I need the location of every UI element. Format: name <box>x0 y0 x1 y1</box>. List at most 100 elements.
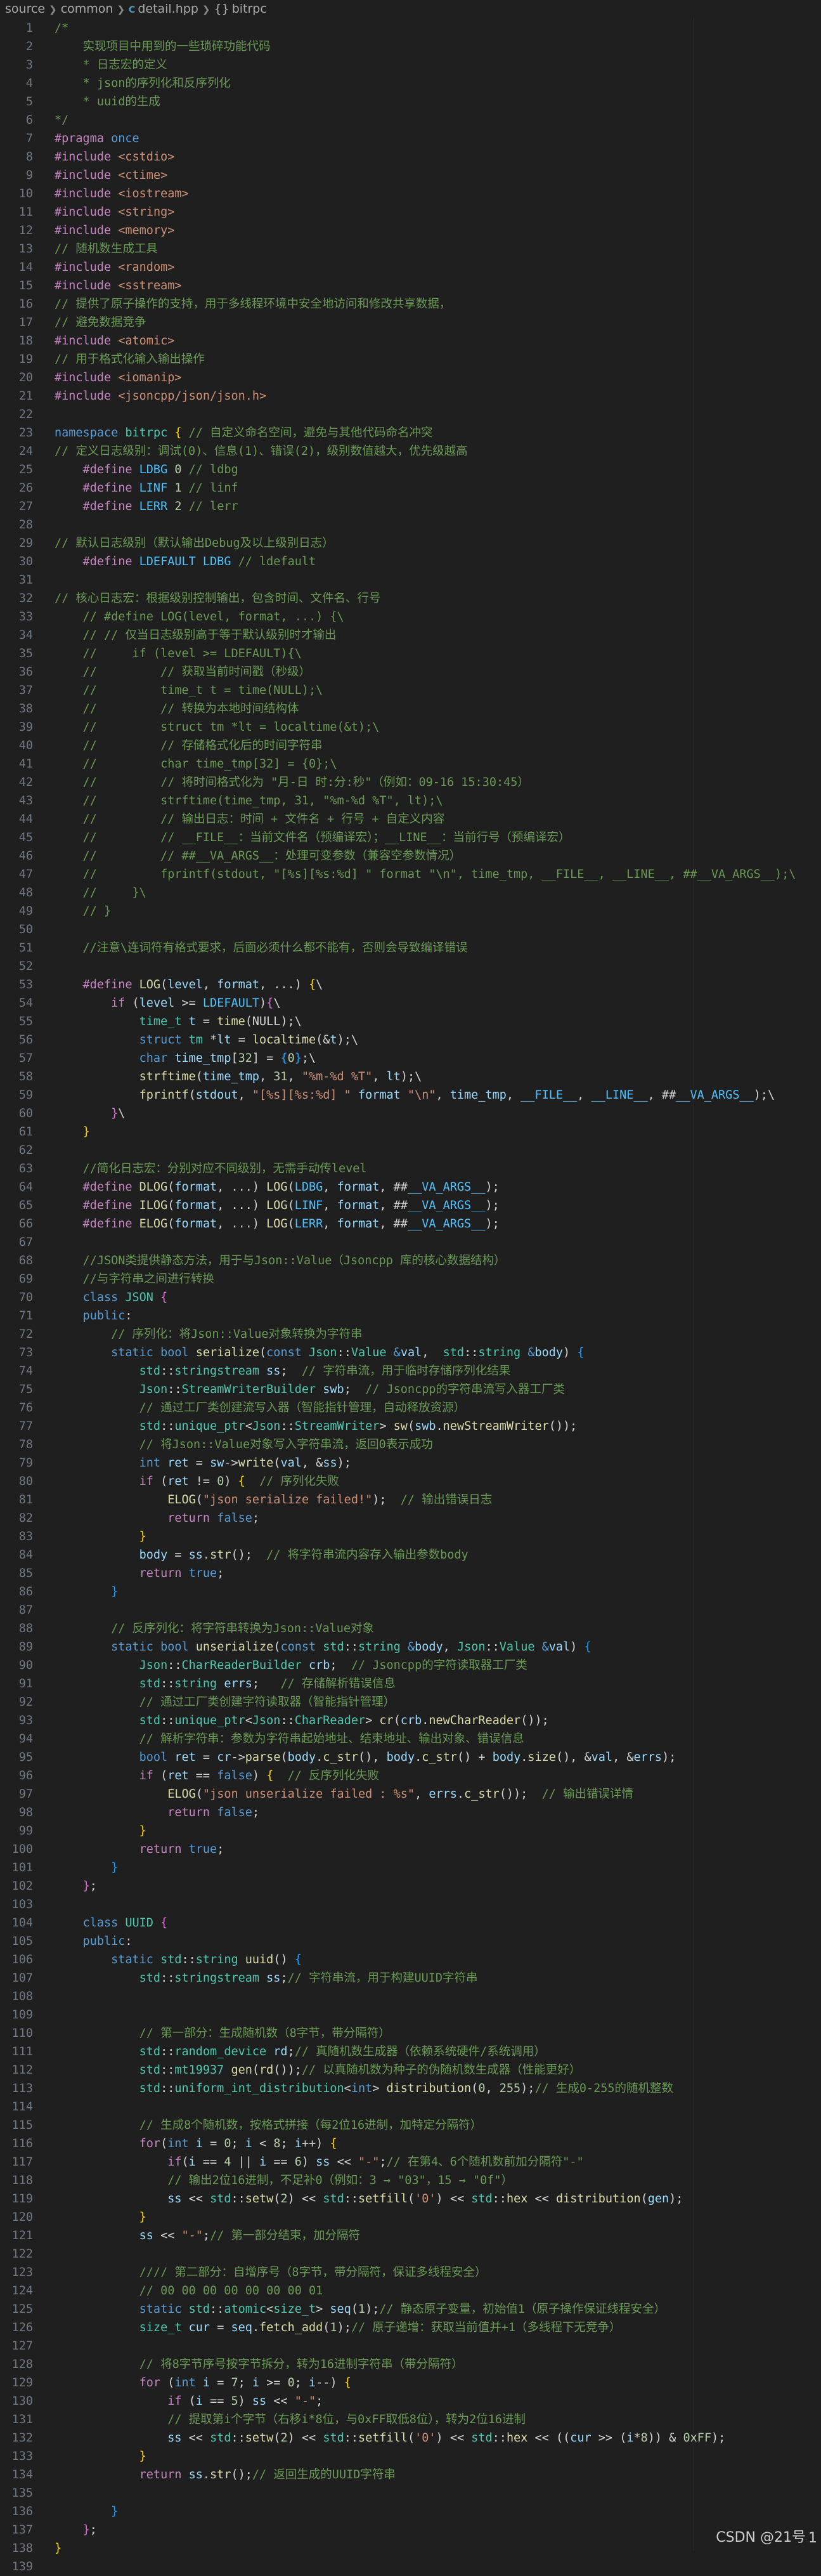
code-line[interactable]: 109 <box>0 2006 821 2024</box>
code-line[interactable]: 9 #include <ctime> <box>0 166 821 185</box>
code-line[interactable]: 29 // 默认日志级别（默认输出Debug及以上级别日志） <box>0 534 821 552</box>
code-line[interactable]: 94 // 解析字符串：参数为字符串起始地址、结束地址、输出对象、错误信息 <box>0 1730 821 1748</box>
code-line[interactable]: 135 <box>0 2484 821 2502</box>
code-line[interactable]: 78 // 将Json::Value对象写入字符串流，返回0表示成功 <box>0 1435 821 1454</box>
code-line[interactable]: 63 //简化日志宏：分别对应不同级别，无需手动传level <box>0 1160 821 1178</box>
code-line[interactable]: 69 //与字符串之间进行转换 <box>0 1270 821 1288</box>
code-line[interactable]: 55 time_t t = time(NULL);\ <box>0 1012 821 1031</box>
code-line[interactable]: 14 #include <random> <box>0 258 821 277</box>
code-editor[interactable]: 1/* 2 实现项目中用到的一些琐碎功能代码 3 * 日志宏的定义 4 * json的… <box>0 18 821 2573</box>
code-line[interactable]: 32 // 核心日志宏：根据级别控制输出，包含时间、文件名、行号 <box>0 589 821 608</box>
code-line[interactable]: 58 strftime(time_tmp, 31, "%m-%d %T", lt… <box>0 1068 821 1086</box>
code-line[interactable]: 131 // 提取第i个字节（右移i*8位，与0xFF取低8位），转为2位16进… <box>0 2410 821 2429</box>
code-line[interactable]: 125 static std::atomic<size_t> seq(1);//… <box>0 2300 821 2318</box>
code-line[interactable]: 86 } <box>0 1583 821 1601</box>
code-line[interactable]: 67 <box>0 1233 821 1252</box>
code-line[interactable]: 115 // 生成8个随机数，按格式拼接（每2位16进制，加特定分隔符） <box>0 2116 821 2135</box>
code-line[interactable]: 34 // // 仅当日志级别高于等于默认级别时才输出 <box>0 626 821 644</box>
code-line[interactable]: 37 // time_t t = time(NULL);\ <box>0 681 821 700</box>
code-line[interactable]: 114 <box>0 2098 821 2116</box>
code-line[interactable]: 121 ss << "-";// 第一部分结束，加分隔符 <box>0 2226 821 2245</box>
code-line[interactable]: 39 // struct tm *lt = localtime(&t);\ <box>0 718 821 736</box>
code-line[interactable]: 127 <box>0 2337 821 2355</box>
code-line[interactable]: 71 public: <box>0 1307 821 1325</box>
code-line[interactable]: 129 for (int i = 7; i >= 0; i--) { <box>0 2374 821 2392</box>
code-line[interactable]: 3 * 日志宏的定义 <box>0 56 821 74</box>
breadcrumb-item-file[interactable]: detail.hpp <box>138 2 198 16</box>
code-line[interactable]: 112 std::mt19937 gen(rd());// 以真随机数为种子的伪… <box>0 2061 821 2079</box>
code-line[interactable]: 106 static std::string uuid() { <box>0 1951 821 1969</box>
code-line[interactable]: 24 // 定义日志级别：调试(0)、信息(1)、错误(2)，级别数值越大，优先级… <box>0 442 821 461</box>
code-line[interactable]: 116 for(int i = 0; i < 8; i++) { <box>0 2135 821 2153</box>
code-line[interactable]: 73 static bool serialize(const Json::Val… <box>0 1344 821 1362</box>
code-line[interactable]: 56 struct tm *lt = localtime(&t);\ <box>0 1031 821 1049</box>
code-line[interactable]: 11 #include <string> <box>0 203 821 221</box>
code-line[interactable]: 53 #define LOG(level, format, ...) {\ <box>0 976 821 994</box>
code-line[interactable]: 28 <box>0 516 821 534</box>
code-line[interactable]: 20 #include <iomanip> <box>0 369 821 387</box>
code-line[interactable]: 12 #include <memory> <box>0 221 821 240</box>
code-line[interactable]: 119 ss << std::setw(2) << std::setfill('… <box>0 2190 821 2208</box>
code-line[interactable]: 4 * json的序列化和反序列化 <box>0 74 821 93</box>
code-line[interactable]: 118 // 输出2位16进制，不足补0（例如：3 → "03"，15 → "0… <box>0 2171 821 2190</box>
code-line[interactable]: 13 // 随机数生成工具 <box>0 240 821 258</box>
code-line[interactable]: 38 // // 转换为本地时间结构体 <box>0 700 821 718</box>
code-line[interactable]: 132 ss << std::setw(2) << std::setfill('… <box>0 2429 821 2447</box>
code-line[interactable]: 44 // // 输出日志：时间 + 文件名 + 行号 + 自定义内容 <box>0 810 821 828</box>
code-line[interactable]: 31 <box>0 571 821 589</box>
code-line[interactable]: 66 #define ELOG(format, ...) LOG(LERR, f… <box>0 1215 821 1233</box>
code-line[interactable]: 15 #include <sstream> <box>0 277 821 295</box>
code-line[interactable]: 126 size_t cur = seq.fetch_add(1);// 原子递… <box>0 2318 821 2337</box>
code-line[interactable]: 5 * uuid的生成 <box>0 93 821 111</box>
code-line[interactable]: 68 //JSON类提供静态方法，用于与Json::Value（Jsoncpp … <box>0 1252 821 1270</box>
code-line[interactable]: 43 // strftime(time_tmp, 31, "%m-%d %T",… <box>0 792 821 810</box>
code-line[interactable]: 1 /* <box>0 19 821 37</box>
code-line[interactable]: 36 // // 获取当前时间戳（秒级） <box>0 663 821 681</box>
breadcrumb-item-source[interactable]: source <box>5 2 45 16</box>
code-line[interactable]: 52 <box>0 957 821 976</box>
code-line[interactable]: 18 #include <atomic> <box>0 332 821 350</box>
code-line[interactable]: 30 #define LDEFAULT LDBG // ldefault <box>0 552 821 571</box>
code-line[interactable]: 82 return false; <box>0 1509 821 1527</box>
code-line[interactable]: 85 return true; <box>0 1564 821 1583</box>
code-line[interactable]: 79 int ret = sw->write(val, &ss); <box>0 1454 821 1472</box>
code-line[interactable]: 41 // char time_tmp[32] = {0};\ <box>0 755 821 773</box>
code-line[interactable]: 120 } <box>0 2208 821 2226</box>
code-line[interactable]: 27 #define LERR 2 // lerr <box>0 497 821 516</box>
code-line[interactable]: 75 Json::StreamWriterBuilder swb; // Jso… <box>0 1380 821 1399</box>
breadcrumb-item-common[interactable]: common <box>61 2 113 16</box>
code-line[interactable]: 130 if (i == 5) ss << "-"; <box>0 2392 821 2410</box>
code-line[interactable]: 7 #pragma once <box>0 129 821 148</box>
code-line[interactable]: 45 // // __FILE__：当前文件名（预编译宏）；__LINE__：当… <box>0 828 821 847</box>
breadcrumb-item-namespace[interactable]: bitrpc <box>232 2 267 16</box>
code-line[interactable]: 134 return ss.str();// 返回生成的UUID字符串 <box>0 2466 821 2484</box>
code-line[interactable]: 16 // 提供了原子操作的支持，用于多线程环境中安全地访问和修改共享数据， <box>0 295 821 313</box>
code-line[interactable]: 83 } <box>0 1527 821 1546</box>
code-line[interactable]: 96 if (ret == false) { // 反序列化失败 <box>0 1767 821 1785</box>
code-line[interactable]: 23 namespace bitrpc { // 自定义命名空间，避免与其他代码命… <box>0 424 821 442</box>
code-line[interactable]: 137 }; <box>0 2521 821 2539</box>
code-line[interactable]: 77 std::unique_ptr<Json::StreamWriter> s… <box>0 1417 821 1435</box>
code-line[interactable]: 61 } <box>0 1123 821 1141</box>
code-line[interactable]: 91 std::string errs; // 存储解析错误信息 <box>0 1675 821 1693</box>
code-line[interactable]: 107 std::stringstream ss;// 字符串流，用于构建UUI… <box>0 1969 821 1987</box>
code-line[interactable]: 50 <box>0 920 821 939</box>
code-line[interactable]: 64 #define DLOG(format, ...) LOG(LDBG, f… <box>0 1178 821 1196</box>
code-line[interactable]: 59 fprintf(stdout, "[%s][%s:%d] " format… <box>0 1086 821 1104</box>
code-line[interactable]: 51 //注意\连词符有格式要求，后面必须什么都不能有，否则会导致编译错误 <box>0 939 821 957</box>
code-line[interactable]: 89 static bool unserialize(const std::st… <box>0 1638 821 1656</box>
code-line[interactable]: 111 std::random_device rd;// 真随机数生成器（依赖系… <box>0 2043 821 2061</box>
code-line[interactable]: 102 }; <box>0 1877 821 1895</box>
code-line[interactable]: 40 // // 存储格式化后的时间字符串 <box>0 736 821 755</box>
code-line[interactable]: 93 std::unique_ptr<Json::CharReader> cr(… <box>0 1711 821 1730</box>
code-line[interactable]: 123 //// 第二部分：自增序号（8字节，带分隔符，保证多线程安全） <box>0 2263 821 2282</box>
code-line[interactable]: 122 <box>0 2245 821 2263</box>
code-line[interactable]: 99 } <box>0 1822 821 1840</box>
code-line[interactable]: 60 }\ <box>0 1104 821 1123</box>
code-line[interactable]: 133 } <box>0 2447 821 2466</box>
code-line[interactable]: 6 */ <box>0 111 821 129</box>
code-line[interactable]: 62 <box>0 1141 821 1160</box>
code-line[interactable]: 103 <box>0 1895 821 1914</box>
code-line[interactable]: 33 // #define LOG(level, format, ...) {\ <box>0 608 821 626</box>
code-line[interactable]: 136 } <box>0 2502 821 2521</box>
